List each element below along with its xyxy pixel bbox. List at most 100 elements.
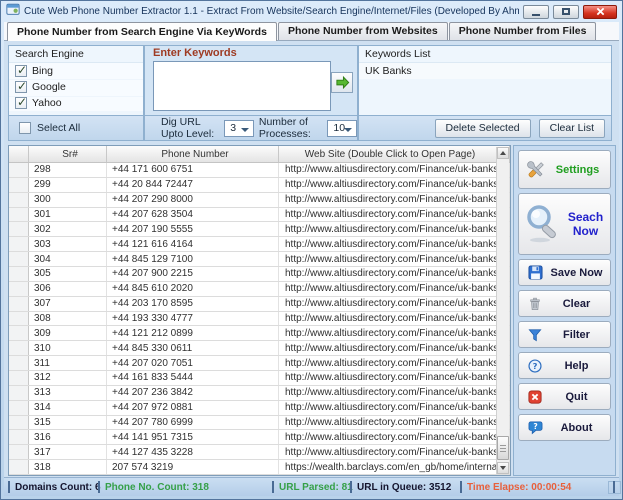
filter-button[interactable]: Filter: [518, 321, 611, 348]
tab-websites[interactable]: Phone Number from Websites: [278, 22, 448, 40]
vertical-scrollbar[interactable]: [496, 147, 509, 474]
select-all-checkbox[interactable]: [19, 122, 31, 134]
status-phone-count: Phone No. Count: 318: [94, 478, 268, 496]
clear-list-button[interactable]: Clear List: [539, 119, 605, 138]
sr-cell: 305: [29, 267, 107, 281]
status-url-parsed: URL Parsed: 81: [268, 478, 346, 496]
search-now-button[interactable]: Seach Now: [518, 193, 611, 255]
clear-button[interactable]: Clear: [518, 290, 611, 317]
website-cell[interactable]: http://www.altiusdirectory.com/Finance/u…: [279, 401, 510, 415]
add-keyword-button[interactable]: [331, 72, 353, 93]
processes-select[interactable]: 10: [327, 120, 357, 137]
save-now-button[interactable]: Save Now: [518, 259, 611, 286]
table-row[interactable]: 309+44 121 212 0899http://www.altiusdire…: [9, 326, 510, 341]
table-row[interactable]: 316+44 141 951 7315http://www.altiusdire…: [9, 430, 510, 445]
website-cell[interactable]: http://www.altiusdirectory.com/Finance/u…: [279, 208, 510, 222]
table-row[interactable]: 310+44 845 330 0611http://www.altiusdire…: [9, 341, 510, 356]
table-row[interactable]: 306+44 845 610 2020http://www.altiusdire…: [9, 282, 510, 297]
website-cell[interactable]: http://www.altiusdirectory.com/Finance/u…: [279, 252, 510, 266]
website-cell[interactable]: http://www.altiusdirectory.com/Finance/u…: [279, 163, 510, 177]
google-checkbox[interactable]: [15, 81, 27, 93]
dig-url-label: Dig URL Upto Level:: [161, 116, 219, 140]
website-cell[interactable]: http://www.altiusdirectory.com/Finance/u…: [279, 312, 510, 326]
dig-url-level-select[interactable]: 3: [224, 120, 254, 137]
app-window: Cute Web Phone Number Extractor 1.1 - Ex…: [0, 0, 623, 500]
table-row[interactable]: 308+44 193 330 4777http://www.altiusdire…: [9, 312, 510, 327]
about-button[interactable]: ? About: [518, 414, 611, 441]
table-row[interactable]: 313+44 207 236 3842http://www.altiusdire…: [9, 386, 510, 401]
keyword-item[interactable]: UK Banks: [359, 63, 611, 79]
table-row[interactable]: 298+44 171 600 6751http://www.altiusdire…: [9, 163, 510, 178]
phone-cell: +44 141 951 7315: [107, 430, 279, 444]
website-cell[interactable]: http://www.altiusdirectory.com/Finance/u…: [279, 430, 510, 444]
phone-cell: +44 171 600 6751: [107, 163, 279, 177]
results-grid: Sr# Phone Number Web Site (Double Click …: [8, 145, 511, 476]
sr-column-header[interactable]: Sr#: [29, 146, 107, 162]
scroll-up-button[interactable]: [497, 147, 509, 159]
table-row[interactable]: 303+44 121 616 4164http://www.altiusdire…: [9, 237, 510, 252]
website-cell[interactable]: http://www.altiusdirectory.com/Finance/u…: [279, 386, 510, 400]
scroll-down-button[interactable]: [497, 462, 509, 474]
keywords-list-panel: Keywords List UK Banks: [358, 45, 612, 116]
dig-url-level-value: 3: [230, 122, 236, 134]
website-cell[interactable]: http://www.altiusdirectory.com/Finance/u…: [279, 371, 510, 385]
engine-row-yahoo[interactable]: Yahoo: [9, 95, 143, 111]
select-all-label: Select All: [37, 122, 80, 134]
svg-text:?: ?: [533, 361, 538, 371]
website-cell[interactable]: http://www.altiusdirectory.com/Finance/u…: [279, 297, 510, 311]
website-cell[interactable]: http://www.altiusdirectory.com/Finance/u…: [279, 178, 510, 192]
table-row[interactable]: 307+44 203 170 8595http://www.altiusdire…: [9, 297, 510, 312]
table-row[interactable]: 317+44 127 435 3228http://www.altiusdire…: [9, 445, 510, 460]
window-title: Cute Web Phone Number Extractor 1.1 - Ex…: [24, 6, 519, 17]
website-column-header[interactable]: Web Site (Double Click to Open Page): [279, 146, 510, 162]
table-row[interactable]: 300+44 207 290 8000http://www.altiusdire…: [9, 193, 510, 208]
tab-files[interactable]: Phone Number from Files: [449, 22, 597, 40]
corner-header-cell: [9, 146, 29, 162]
table-row[interactable]: 314+44 207 972 0881http://www.altiusdire…: [9, 401, 510, 416]
phone-column-header[interactable]: Phone Number: [107, 146, 279, 162]
website-cell[interactable]: http://www.altiusdirectory.com/Finance/u…: [279, 356, 510, 370]
search-now-label: Seach Now: [565, 210, 606, 238]
website-cell[interactable]: http://www.altiusdirectory.com/Finance/u…: [279, 416, 510, 430]
maximize-icon: [562, 8, 570, 15]
table-row[interactable]: 305+44 207 900 2215http://www.altiusdire…: [9, 267, 510, 282]
table-row[interactable]: 318207 574 3219https://wealth.barclays.c…: [9, 460, 510, 475]
engine-row-google[interactable]: Google: [9, 79, 143, 95]
bing-checkbox[interactable]: [15, 65, 27, 77]
sr-cell: 310: [29, 341, 107, 355]
website-cell[interactable]: http://www.altiusdirectory.com/Finance/u…: [279, 326, 510, 340]
table-row[interactable]: 301+44 207 628 3504http://www.altiusdire…: [9, 208, 510, 223]
website-cell[interactable]: http://www.altiusdirectory.com/Finance/u…: [279, 282, 510, 296]
table-row[interactable]: 299+44 20 844 72447http://www.altiusdire…: [9, 178, 510, 193]
minimize-icon: [532, 14, 540, 16]
maximize-button[interactable]: [553, 5, 579, 19]
table-row[interactable]: 315+44 207 780 6999http://www.altiusdire…: [9, 416, 510, 431]
minimize-button[interactable]: [523, 5, 549, 19]
website-cell[interactable]: http://www.altiusdirectory.com/Finance/u…: [279, 222, 510, 236]
table-row[interactable]: 312+44 161 833 5444http://www.altiusdire…: [9, 371, 510, 386]
row-header-cell: [9, 237, 29, 251]
website-cell[interactable]: https://wealth.barclays.com/en_gb/home/i…: [279, 460, 510, 474]
keywords-textarea[interactable]: [153, 61, 331, 111]
table-row[interactable]: 302+44 207 190 5555http://www.altiusdire…: [9, 222, 510, 237]
title-bar[interactable]: Cute Web Phone Number Extractor 1.1 - Ex…: [1, 1, 622, 22]
scroll-up-icon: [500, 151, 506, 155]
website-cell[interactable]: http://www.altiusdirectory.com/Finance/u…: [279, 341, 510, 355]
list-actions-strip: Delete Selected Clear List: [358, 116, 612, 141]
tab-search-engine-keywords[interactable]: Phone Number from Search Engine Via KeyW…: [7, 22, 277, 41]
close-button[interactable]: [583, 5, 617, 19]
delete-selected-button[interactable]: Delete Selected: [435, 119, 531, 138]
website-cell[interactable]: http://www.altiusdirectory.com/Finance/u…: [279, 445, 510, 459]
engine-row-bing[interactable]: Bing: [9, 63, 143, 79]
table-row[interactable]: 311+44 207 020 7051http://www.altiusdire…: [9, 356, 510, 371]
settings-button[interactable]: Settings: [518, 150, 611, 189]
website-cell[interactable]: http://www.altiusdirectory.com/Finance/u…: [279, 237, 510, 251]
yahoo-checkbox[interactable]: [15, 97, 27, 109]
tab-bar: Phone Number from Search Engine Via KeyW…: [4, 22, 619, 41]
quit-button[interactable]: Quit: [518, 383, 611, 410]
table-row[interactable]: 304+44 845 129 7100http://www.altiusdire…: [9, 252, 510, 267]
help-button[interactable]: ? Help: [518, 352, 611, 379]
website-cell[interactable]: http://www.altiusdirectory.com/Finance/u…: [279, 193, 510, 207]
scrollbar-thumb[interactable]: [497, 436, 509, 460]
website-cell[interactable]: http://www.altiusdirectory.com/Finance/u…: [279, 267, 510, 281]
